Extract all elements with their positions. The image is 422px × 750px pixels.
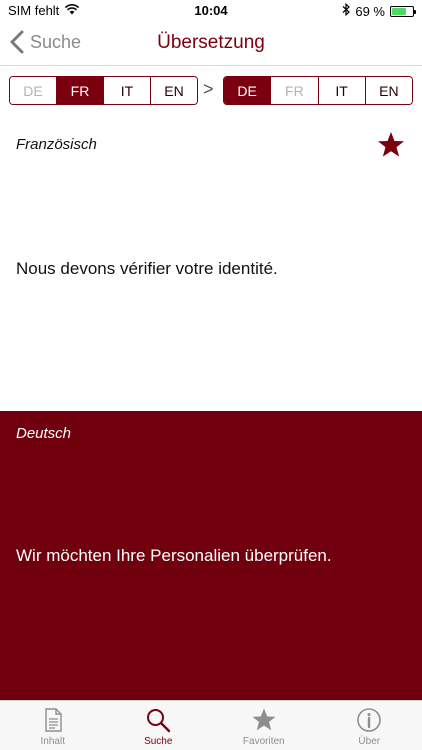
source-lang-en[interactable]: EN <box>150 77 197 104</box>
tab-label: Über <box>358 736 381 747</box>
source-language-label: Französisch <box>16 136 97 153</box>
source-lang-it[interactable]: IT <box>103 77 150 104</box>
tab-suche[interactable]: Suche <box>106 701 212 750</box>
battery-percent: 69 % <box>355 3 385 19</box>
tab-ueber[interactable]: Über <box>317 701 422 750</box>
status-bar: SIM fehlt 10:04 69 % <box>0 0 422 22</box>
bluetooth-icon <box>342 2 351 19</box>
target-lang-fr[interactable]: FR <box>270 77 318 104</box>
target-language-selector: DE FR IT EN <box>223 76 413 105</box>
source-lang-de[interactable]: DE <box>10 77 56 104</box>
target-panel: Deutsch Wir möchten Ihre Personalien übe… <box>0 411 422 700</box>
info-icon <box>357 708 382 732</box>
tab-label: Suche <box>144 736 173 747</box>
search-icon <box>147 709 171 733</box>
navigation-bar: Suche Übersetzung <box>0 22 422 66</box>
document-icon <box>45 708 62 732</box>
page-title: Übersetzung <box>157 32 265 53</box>
battery-fill <box>392 7 406 15</box>
source-phrase: Nous devons vérifier votre identité. <box>16 259 278 278</box>
tab-inhalt[interactable]: Inhalt <box>0 701 106 750</box>
target-lang-en[interactable]: EN <box>364 77 412 104</box>
tab-bar: Inhalt Suche Favoriten Über <box>0 700 422 750</box>
favorite-star-button[interactable] <box>376 130 406 160</box>
target-language-label: Deutsch <box>16 425 72 442</box>
target-lang-de[interactable]: DE <box>224 77 271 104</box>
star-icon <box>378 132 404 157</box>
source-panel: Französisch Nous devons vérifier votre i… <box>0 122 422 411</box>
status-right: 69 % <box>342 2 416 19</box>
tab-label: Favoriten <box>242 736 285 747</box>
target-phrase: Wir möchten Ihre Personalien überprüfen. <box>16 546 332 565</box>
tab-label: Inhalt <box>40 736 65 747</box>
source-lang-fr[interactable]: FR <box>56 77 103 104</box>
star-icon <box>252 708 276 731</box>
language-selector-row: DE FR IT EN > DE FR IT EN <box>9 76 413 106</box>
battery-icon <box>390 5 416 17</box>
direction-arrow: > <box>203 79 214 99</box>
tab-favoriten[interactable]: Favoriten <box>211 701 317 750</box>
target-lang-it[interactable]: IT <box>317 77 365 104</box>
source-language-selector: DE FR IT EN <box>9 76 198 105</box>
